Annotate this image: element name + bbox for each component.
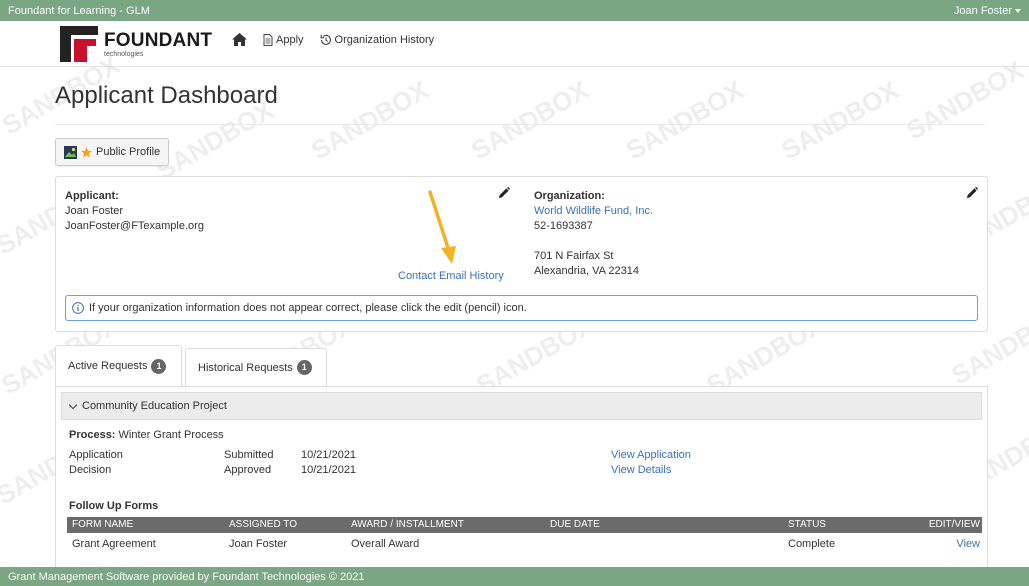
organization-info: Organization: World Wildlife Fund, Inc. … [534,189,653,279]
view-details-link[interactable]: View Details [611,464,671,476]
organization-history-link[interactable]: Organization History [319,33,435,46]
applicant-email: JoanFoster@FTexample.org [65,220,204,232]
step-name: Application [69,449,123,461]
chevron-down-icon [68,400,78,409]
step-date: 10/21/2021 [301,464,357,476]
organization-address-line1: 701 N Fairfax St [534,250,614,262]
caret-down-icon [1015,8,1021,13]
request-panel: Community Education Project Process: Win… [55,386,988,571]
assigned-to-cell: Joan Foster [229,538,288,550]
historical-requests-count-badge: 1 [296,360,312,375]
table-header: FORM NAME ASSIGNED TO AWARD / INSTALLMEN… [67,517,982,533]
active-requests-count-badge: 1 [151,358,167,374]
award-cell: Overall Award [351,538,420,550]
top-bar: Foundant for Learning - GLM Joan Foster [0,0,1029,21]
column-header: ASSIGNED TO [229,519,297,530]
app-name: Foundant for Learning - GLM [8,4,150,17]
process-line: Process: Winter Grant Process [69,429,224,441]
tab-historical-requests[interactable]: Historical Requests 1 [185,348,327,386]
user-name: Joan Foster [953,4,1012,17]
user-menu[interactable]: Joan Foster [954,5,1021,17]
main-navbar: FOUNDANT technologies Apply Organization… [0,21,1029,67]
info-alert: If your organization information does no… [65,295,978,321]
column-header: DUE DATE [550,519,600,530]
sandbox-watermark: SANDBOX [620,74,749,166]
apply-label: Apply [276,33,304,46]
request-accordion-header[interactable]: Community Education Project [61,392,982,420]
footer: Grant Management Software provided by Fo… [0,567,1029,586]
foundant-logo[interactable]: FOUNDANT technologies [60,26,212,62]
organization-history-label: Organization History [334,33,435,46]
sandbox-watermark: SANDBOX [775,74,904,166]
applicant-organization-panel: Applicant: Joan Foster JoanFoster@FTexam… [55,176,988,332]
column-header: STATUS [788,519,826,530]
request-title: Community Education Project [82,400,227,412]
applicant-name: Joan Foster [65,205,124,217]
organization-name-link[interactable]: World Wildlife Fund, Inc. [534,204,653,219]
public-profile-label: Public Profile [96,146,161,158]
request-tabs: Active Requests 1 Historical Requests 1 [55,345,988,386]
follow-up-forms-table: FORM NAME ASSIGNED TO AWARD / INSTALLMEN… [67,517,982,555]
home-link[interactable] [232,33,247,46]
organization-heading: Organization: [534,190,605,202]
step-name: Decision [69,464,112,476]
home-icon [232,33,247,46]
sandbox-watermark: SANDBOX [305,74,434,166]
organization-tax-id: 52-1693387 [534,220,593,232]
document-icon [263,33,273,46]
tab-active-requests-label: Active Requests [68,360,148,372]
edit-organization-pencil-icon[interactable] [966,187,978,199]
applicant-heading: Applicant: [65,190,119,202]
applicant-info: Applicant: Joan Foster JoanFoster@FTexam… [65,189,204,234]
view-application-link[interactable]: View Application [611,449,691,461]
tab-historical-requests-label: Historical Requests [198,361,293,374]
history-icon [319,34,331,45]
foundant-logo-icon [60,26,98,62]
view-form-link[interactable]: View [956,538,980,550]
form-name-cell: Grant Agreement [72,538,156,550]
contact-email-history-link[interactable]: Contact Email History [398,270,504,282]
step-date: 10/21/2021 [301,449,357,461]
column-header: EDIT/VIEW [928,519,980,530]
page-title: Applicant Dashboard [55,82,278,109]
profile-picture-icon [64,145,77,159]
process-name: Winter Grant Process [118,429,224,441]
star-icon [81,146,92,157]
footer-text: Grant Management Software provided by Fo… [8,570,365,583]
info-icon [72,302,84,314]
organization-address-line2: Alexandria, VA 22314 [534,265,639,277]
apply-link[interactable]: Apply [263,33,304,46]
column-header: FORM NAME [72,519,134,530]
status-cell: Complete [788,538,836,550]
sandbox-watermark: SANDBOX [465,74,594,166]
edit-applicant-pencil-icon[interactable] [498,187,510,199]
logo-subtext: technologies [104,50,144,58]
column-header: AWARD / INSTALLMENT [351,519,464,530]
title-divider [55,124,985,125]
info-alert-text: If your organization information does no… [89,302,527,314]
annotation-arrow-icon [428,190,456,264]
logo-wordmark: FOUNDANT [104,29,213,51]
process-label: Process: [69,429,116,441]
table-row: Grant Agreement Joan Foster Overall Awar… [67,533,982,555]
public-profile-button[interactable]: Public Profile [55,138,170,166]
tab-active-requests[interactable]: Active Requests 1 [55,345,182,386]
step-status: Submitted [224,449,274,461]
follow-up-forms-title: Follow Up Forms [69,500,159,512]
sandbox-watermark: SANDBOX [900,54,1029,146]
step-status: Approved [224,464,272,476]
